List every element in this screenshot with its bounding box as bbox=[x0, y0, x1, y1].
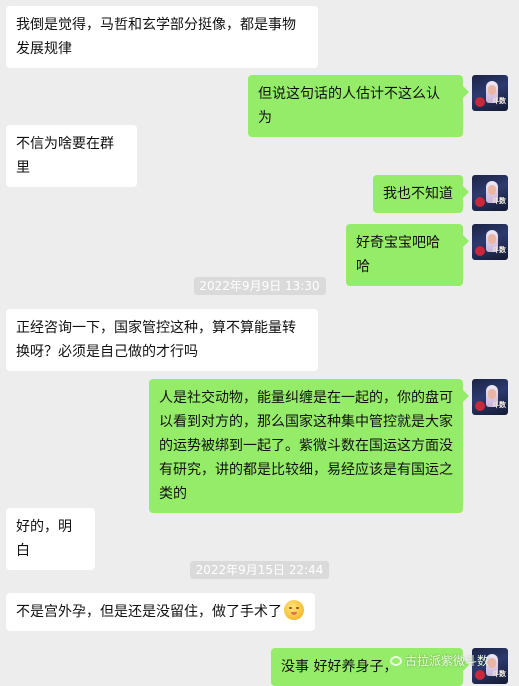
timestamp: 2022年9月9日 13:30 bbox=[193, 277, 326, 295]
message-text: 不是宫外孕，但是还是没留住，做了手术了 bbox=[16, 604, 282, 620]
avatar[interactable]: 斗数 bbox=[472, 224, 508, 260]
message-bubble[interactable]: 好奇宝宝吧哈哈 bbox=[346, 224, 469, 286]
avatar-accent-shape bbox=[475, 401, 485, 411]
avatar-accent-shape bbox=[475, 97, 485, 107]
avatar-face-shape bbox=[488, 185, 496, 195]
avatar[interactable]: 斗数 bbox=[472, 75, 508, 111]
avatar-accent-shape bbox=[475, 197, 485, 207]
avatar[interactable]: 斗数 bbox=[472, 175, 508, 211]
avatar-glyph: 斗数 bbox=[492, 246, 506, 254]
avatar-glyph: 斗数 bbox=[492, 401, 506, 409]
message-bubble[interactable]: 我倒是觉得，马哲和玄学部分挺像，都是事物发展规律 bbox=[6, 6, 318, 68]
avatar[interactable]: 斗数 bbox=[472, 379, 508, 415]
avatar-glyph: 斗数 bbox=[492, 97, 506, 105]
avatar-face-shape bbox=[488, 658, 496, 668]
timestamp: 2022年9月15日 22:44 bbox=[189, 561, 330, 579]
avatar-glyph: 斗数 bbox=[492, 670, 506, 678]
avatar-face-shape bbox=[488, 85, 496, 95]
message-bubble[interactable]: 但说这句话的人估计不这么认为 bbox=[248, 75, 469, 137]
avatar-glyph: 斗数 bbox=[492, 197, 506, 205]
awkward-smile-icon bbox=[284, 600, 304, 620]
avatar-accent-shape bbox=[475, 246, 485, 256]
message-bubble[interactable]: 不信为啥要在群里 bbox=[6, 125, 137, 187]
avatar-face-shape bbox=[488, 234, 496, 244]
watermark: 古拉派紫微斗数 bbox=[390, 653, 489, 669]
watermark-text: 古拉派紫微斗数 bbox=[405, 654, 490, 668]
message-bubble[interactable]: 好的，明白 bbox=[6, 508, 95, 570]
message-bubble[interactable]: 我也不知道 bbox=[373, 175, 469, 213]
avatar-accent-shape bbox=[475, 670, 485, 680]
avatar-face-shape bbox=[488, 389, 496, 399]
message-bubble[interactable]: 正经咨询一下，国家管控这种，算不算能量转换呀？必须是自己做的才行吗 bbox=[6, 309, 318, 371]
message-bubble[interactable]: 不是宫外孕，但是还是没留住，做了手术了 bbox=[6, 593, 315, 631]
message-bubble[interactable]: 人是社交动物，能量纠缠是在一起的，你的盘可以看到对方的，那么国家这种集中管控就是… bbox=[149, 379, 469, 513]
wechat-logo-icon bbox=[390, 656, 402, 666]
